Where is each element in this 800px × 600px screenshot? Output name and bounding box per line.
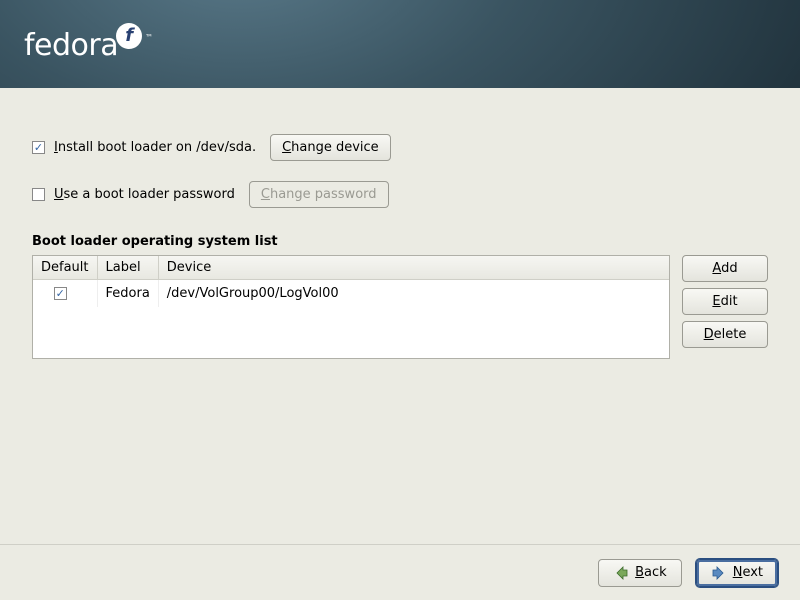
content-area: ✓ Install boot loader on /dev/sda. Chang… [0, 88, 800, 359]
logo-text: fedora [24, 28, 118, 63]
arrow-left-icon [613, 565, 629, 581]
row-device-cell: /dev/VolGroup00/LogVol00 [158, 280, 669, 308]
use-password-checkbox[interactable] [32, 188, 45, 201]
arrow-right-icon [711, 565, 727, 581]
bootloader-list-title: Boot loader operating system list [32, 234, 768, 249]
col-header-device[interactable]: Device [158, 256, 669, 280]
install-bootloader-label: Install boot loader on /dev/sda. [54, 140, 256, 155]
table-header-row: Default Label Device [33, 256, 669, 280]
bootloader-table[interactable]: Default Label Device ✓ Fedora /dev/VolGr [32, 255, 670, 359]
back-button[interactable]: Back [598, 559, 682, 587]
logo-bubble-icon: f [116, 23, 142, 49]
side-buttons: Add Edit Delete [682, 255, 768, 359]
add-button[interactable]: Add [682, 255, 768, 282]
fedora-logo: fedora f ™ [24, 28, 153, 63]
change-password-button: Change password [249, 181, 389, 208]
footer: Back Next [0, 544, 800, 600]
col-header-label[interactable]: Label [97, 256, 158, 280]
install-bootloader-checkbox[interactable]: ✓ [32, 141, 45, 154]
install-bootloader-option: ✓ Install boot loader on /dev/sda. Chang… [32, 134, 768, 161]
use-password-option: Use a boot loader password Change passwo… [32, 181, 768, 208]
table-row[interactable]: ✓ Fedora /dev/VolGroup00/LogVol00 [33, 280, 669, 308]
logo-tm: ™ [145, 33, 153, 42]
use-password-label: Use a boot loader password [54, 187, 235, 202]
row-label-cell: Fedora [97, 280, 158, 308]
next-button[interactable]: Next [696, 559, 778, 587]
delete-button[interactable]: Delete [682, 321, 768, 348]
row-default-checkbox[interactable]: ✓ [54, 287, 67, 300]
checkmark-icon: ✓ [34, 142, 43, 153]
change-device-button[interactable]: Change device [270, 134, 391, 161]
checkmark-icon: ✓ [56, 288, 65, 299]
edit-button[interactable]: Edit [682, 288, 768, 315]
header: fedora f ™ [0, 0, 800, 88]
col-header-default[interactable]: Default [33, 256, 97, 280]
